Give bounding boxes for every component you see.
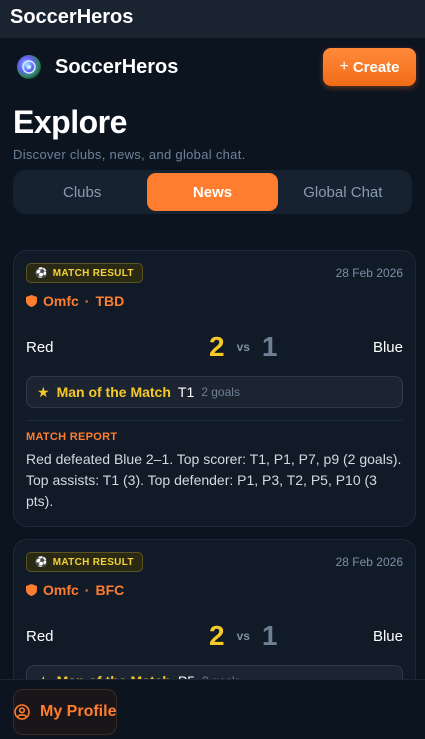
match-result-badge: ⚽ MATCH RESULT xyxy=(26,552,143,572)
news-feed: ⚽ MATCH RESULT 28 Feb 2026 Omfc · TBD Re… xyxy=(13,250,416,724)
home-score: 2 xyxy=(208,620,225,651)
scoreline: 2 vs 1 xyxy=(209,620,278,652)
home-team: Red xyxy=(26,338,54,356)
opponent-club-name[interactable]: BFC xyxy=(95,582,124,598)
page-subtitle: Discover clubs, news, and global chat. xyxy=(13,147,246,162)
my-profile-label: My Profile xyxy=(40,703,117,720)
my-profile-button[interactable]: My Profile xyxy=(13,689,118,735)
news-card[interactable]: ⚽ MATCH RESULT 28 Feb 2026 Omfc · TBD Re… xyxy=(13,250,416,527)
score-row: Red 2 vs 1 Blue xyxy=(26,329,403,365)
club-line: Omfc · BFC xyxy=(26,582,403,598)
bottom-bar: My Profile xyxy=(0,679,425,739)
away-team: Blue xyxy=(372,627,403,645)
vs-label: vs xyxy=(236,629,250,643)
match-result-badge: ⚽ MATCH RESULT xyxy=(26,263,143,283)
tab-global-chat[interactable]: Global Chat xyxy=(278,173,408,211)
motm-player: T1 xyxy=(177,384,195,400)
plus-icon: + xyxy=(339,58,349,75)
away-score: 1 xyxy=(261,331,278,362)
club-separator: · xyxy=(84,582,90,598)
home-score: 2 xyxy=(208,331,225,362)
tab-clubs[interactable]: Clubs xyxy=(17,173,147,211)
card-date: 28 Feb 2026 xyxy=(335,555,403,569)
badge-label: MATCH RESULT xyxy=(52,556,134,568)
page-title: Explore xyxy=(13,104,127,140)
club-name[interactable]: Omfc xyxy=(43,582,79,598)
club-name[interactable]: Omfc xyxy=(43,293,79,309)
star-icon: ★ xyxy=(37,383,50,400)
away-team: Blue xyxy=(372,338,403,356)
app-logo-icon xyxy=(17,55,41,79)
tab-news[interactable]: News xyxy=(147,173,278,211)
user-icon xyxy=(14,704,30,720)
home-team: Red xyxy=(26,627,54,645)
shield-icon xyxy=(26,584,37,596)
window-title: SoccerHeros xyxy=(0,0,425,38)
match-report-label: MATCH REPORT xyxy=(26,431,118,443)
brand[interactable]: SoccerHeros xyxy=(17,55,178,79)
brand-name: SoccerHeros xyxy=(55,55,179,78)
divider xyxy=(26,420,403,421)
create-button-label: Create xyxy=(352,58,400,76)
ball-icon: ⚽ xyxy=(35,556,48,568)
page-heading: Explore Discover clubs, news, and global… xyxy=(0,96,425,162)
explore-tabs: Clubs News Global Chat xyxy=(13,170,412,214)
card-date: 28 Feb 2026 xyxy=(335,266,403,280)
top-nav: SoccerHeros + Create xyxy=(0,38,425,96)
shield-icon xyxy=(26,295,37,307)
club-separator: · xyxy=(84,293,90,309)
motm-goals: 2 goals xyxy=(201,385,240,399)
man-of-the-match: ★ Man of the Match T1 2 goals xyxy=(26,376,403,408)
club-line: Omfc · TBD xyxy=(26,293,403,309)
match-report-text: Red defeated Blue 2–1. Top scorer: T1, P… xyxy=(26,451,402,509)
ball-icon: ⚽ xyxy=(35,267,48,279)
away-score: 1 xyxy=(261,620,278,651)
create-button[interactable]: + Create xyxy=(323,48,416,86)
badge-label: MATCH RESULT xyxy=(52,267,134,279)
scoreline: 2 vs 1 xyxy=(209,331,278,363)
vs-label: vs xyxy=(236,340,250,354)
opponent-club-name[interactable]: TBD xyxy=(95,293,124,309)
motm-label: Man of the Match xyxy=(56,384,171,400)
score-row: Red 2 vs 1 Blue xyxy=(26,618,403,654)
